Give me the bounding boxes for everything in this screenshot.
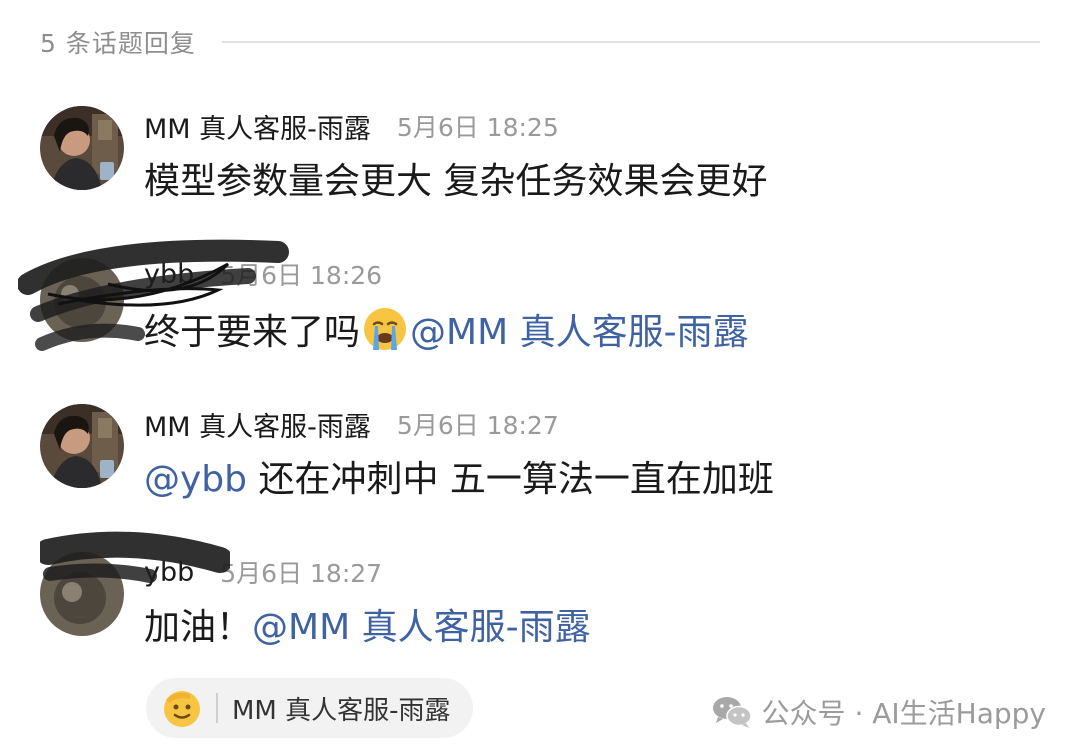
timestamp: 5月6日 18:26: [220, 261, 383, 290]
mention-link[interactable]: @MM 真人客服-雨露: [410, 312, 749, 353]
message-body: 终于要来了吗: [144, 312, 361, 353]
mention-link[interactable]: @MM 真人客服-雨露: [252, 607, 591, 648]
avatar[interactable]: [40, 258, 124, 342]
mention-link[interactable]: @ybb: [144, 459, 247, 500]
message-text: @ybb 还在冲刺中 五一算法一直在加班: [144, 456, 774, 504]
saluting-face-icon: [164, 691, 200, 727]
thread-header: 5 条话题回复: [40, 24, 1040, 60]
message-meta: ybb 5月6日 18:26: [144, 254, 382, 294]
message-body: 加油！: [144, 607, 253, 648]
reaction-separator: [216, 693, 218, 723]
message-item: MM 真人客服-雨露 5月6日 18:27 @ybb 还在冲刺中 五一算法一直在…: [40, 404, 1050, 524]
message-text: 终于要来了吗 @MM 真人客服-雨露: [144, 306, 749, 357]
avatar[interactable]: [40, 404, 124, 488]
author-name[interactable]: ybb: [144, 557, 194, 588]
message-meta: MM 真人客服-雨露 5月6日 18:27: [144, 404, 559, 444]
avatar[interactable]: [40, 552, 124, 636]
message-text: 模型参数量会更大 复杂任务效果会更好: [144, 158, 767, 206]
wechat-icon: [712, 697, 752, 728]
timestamp: 5月6日 18:27: [220, 559, 383, 588]
crying-face-icon: [364, 308, 407, 350]
message-body: 模型参数量会更大 复杂任务效果会更好: [144, 161, 768, 202]
message-body: 还在冲刺中 五一算法一直在加班: [247, 459, 774, 500]
message-meta: MM 真人客服-雨露 5月6日 18:25: [144, 106, 559, 146]
reaction-user: MM 真人客服-雨露: [232, 695, 451, 726]
message-text: 加油！@MM 真人客服-雨露: [144, 604, 591, 652]
reaction-chip[interactable]: MM 真人客服-雨露: [146, 678, 473, 738]
watermark: 公众号 · AI生活Happy: [712, 692, 1046, 732]
timestamp: 5月6日 18:25: [396, 113, 559, 142]
message-item: ybb 5月6日 18:26 终于要来了吗 @MM 真人客服-雨露: [40, 254, 1050, 374]
message-meta: ybb 5月6日 18:27: [144, 552, 382, 592]
author-name[interactable]: ybb: [144, 259, 194, 290]
message-item: MM 真人客服-雨露 5月6日 18:25 模型参数量会更大 复杂任务效果会更好: [40, 106, 1050, 226]
message-item: ybb 5月6日 18:27 加油！@MM 真人客服-雨露: [40, 552, 1050, 672]
author-name[interactable]: MM 真人客服-雨露: [144, 405, 371, 444]
avatar[interactable]: [40, 106, 124, 190]
timestamp: 5月6日 18:27: [396, 411, 559, 440]
watermark-text: 公众号 · AI生活Happy: [761, 697, 1046, 730]
author-name[interactable]: MM 真人客服-雨露: [144, 107, 371, 146]
header-divider: [221, 41, 1040, 43]
reply-count-label: 5 条话题回复: [40, 29, 196, 58]
